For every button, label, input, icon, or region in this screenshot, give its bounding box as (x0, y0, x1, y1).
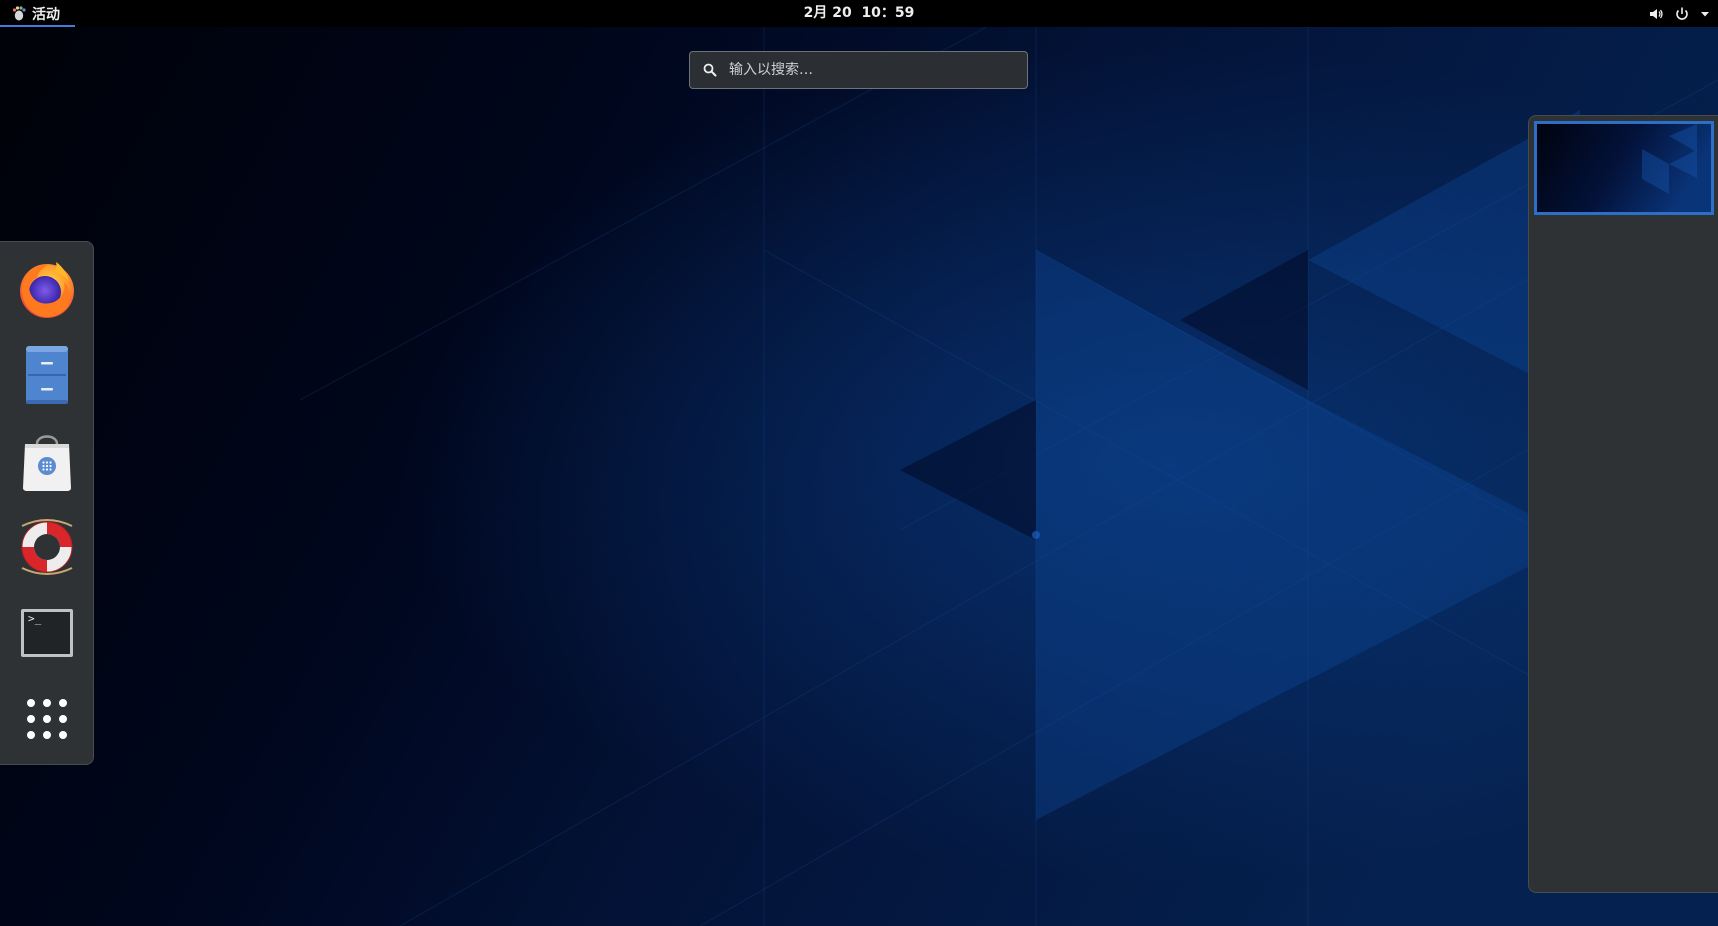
terminal-prompt: >_ (28, 612, 42, 625)
power-icon (1676, 7, 1688, 20)
show-applications-button[interactable] (11, 683, 83, 755)
activities-label: 活动 (32, 6, 60, 23)
dash: >_ (0, 241, 94, 765)
volume-icon (1650, 8, 1663, 19)
workspace-thumbnail[interactable] (1534, 121, 1714, 215)
dash-item-help[interactable] (11, 511, 83, 583)
workspace-switcher (1528, 115, 1718, 893)
dash-item-software[interactable] (11, 425, 83, 497)
clock-label[interactable]: 2月 20 10：59 (804, 5, 915, 21)
search-box[interactable] (689, 51, 1028, 89)
firefox-icon (20, 262, 74, 318)
search-icon (703, 63, 717, 77)
search-input[interactable] (727, 61, 1001, 79)
file-cabinet-icon (26, 346, 68, 404)
desktop: 活动 2月 20 10：59 输入以搜索… >_ (0, 0, 1718, 926)
dropdown-arrow-icon (1701, 11, 1709, 16)
clock: 2月 20 10：59 (0, 0, 1718, 27)
gnome-foot-icon (12, 6, 26, 21)
wallpaper (0, 0, 1718, 926)
workspace-thumbnail-preview (1537, 124, 1711, 212)
activities-button[interactable]: 活动 (0, 0, 75, 27)
dash-item-terminal[interactable]: >_ (11, 597, 83, 669)
app-grid-icon (27, 699, 67, 739)
activities-active-indicator (0, 25, 75, 27)
system-status-area[interactable] (1648, 0, 1710, 27)
dash-item-files[interactable] (11, 339, 83, 411)
dash-item-firefox[interactable] (11, 253, 83, 325)
top-bar: 活动 2月 20 10：59 (0, 0, 1718, 27)
shopping-bag-icon (23, 435, 71, 491)
lifebuoy-icon (21, 519, 73, 575)
terminal-icon: >_ (21, 609, 73, 657)
